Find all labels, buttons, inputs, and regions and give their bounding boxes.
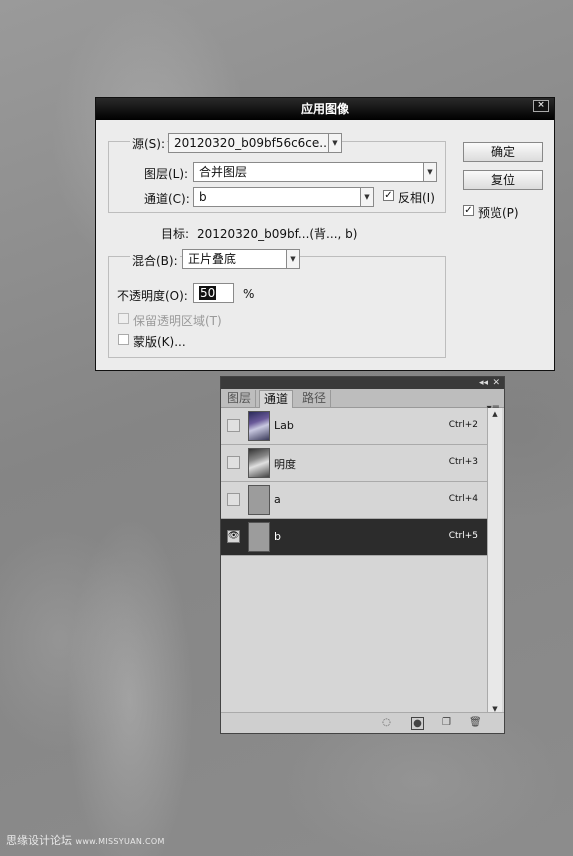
channel-name: a: [274, 493, 281, 506]
channel-dropdown[interactable]: b ▼: [193, 187, 374, 207]
channel-thumbnail: [248, 522, 270, 552]
channel-row-b[interactable]: 👁 b Ctrl+5: [221, 519, 488, 556]
dialog-titlebar: 应用图像 ×: [96, 98, 554, 120]
layer-label: 图层(L):: [144, 167, 189, 181]
opacity-label: 不透明度(O):: [117, 289, 188, 303]
channel-name: 明度: [274, 458, 296, 471]
channel-shortcut: Ctrl+3: [448, 457, 478, 467]
channels-panel: ◂◂ ✕ 图层 通道 路径 ▾≡ Lab Ctrl+2 明度 Ctrl+3 a …: [220, 376, 505, 734]
channel-shortcut: Ctrl+2: [448, 420, 478, 430]
blend-mode-dropdown[interactable]: 正片叠底 ▼: [182, 249, 300, 269]
close-icon[interactable]: ✕: [492, 377, 500, 389]
channel-name: b: [274, 530, 281, 543]
close-button[interactable]: ×: [533, 100, 549, 112]
chevron-down-icon: ▼: [423, 163, 436, 181]
chevron-down-icon: ▼: [328, 134, 341, 152]
channel-thumbnail: [248, 411, 270, 441]
watermark-url: www.MISSYUAN.COM: [75, 837, 165, 846]
visibility-toggle[interactable]: [227, 456, 240, 469]
blend-label: 混合(B):: [130, 252, 180, 269]
trash-icon[interactable]: 🗑: [469, 717, 482, 728]
watermark: 思缘设计论坛 www.MISSYUAN.COM: [6, 832, 165, 848]
channel-row-lightness[interactable]: 明度 Ctrl+3: [221, 445, 488, 482]
layer-value: 合并图层: [199, 165, 248, 179]
panel-footer: ◌ ● ❐ 🗑: [221, 712, 504, 733]
load-selection-icon[interactable]: ◌: [381, 717, 392, 728]
watermark-text: 思缘设计论坛: [6, 834, 72, 847]
panel-header: ◂◂ ✕: [221, 377, 504, 389]
apply-image-dialog: 应用图像 × 源(S): 20120320_b09bf56c6ce... ▼ 图…: [95, 97, 555, 371]
preserve-transparency-checkbox[interactable]: [118, 313, 129, 324]
visibility-toggle[interactable]: [227, 493, 240, 506]
collapse-icon[interactable]: ◂◂: [479, 377, 488, 389]
ok-button[interactable]: 确定: [463, 142, 543, 162]
invert-label: 反相(I): [398, 191, 435, 205]
eye-icon[interactable]: 👁: [227, 530, 240, 543]
preview-label: 预览(P): [478, 206, 519, 220]
dialog-title: 应用图像: [300, 102, 349, 116]
opacity-unit: %: [243, 287, 255, 301]
opacity-input[interactable]: 50: [193, 283, 234, 303]
channel-thumbnail: [248, 448, 270, 478]
invert-checkbox[interactable]: ✓: [383, 190, 394, 201]
scroll-up-icon[interactable]: ▲: [488, 408, 502, 420]
blend-value: 正片叠底: [188, 252, 237, 266]
chevron-down-icon: ▼: [360, 188, 373, 206]
new-channel-icon[interactable]: ❐: [441, 717, 452, 728]
layer-dropdown[interactable]: 合并图层 ▼: [193, 162, 437, 182]
tab-layers[interactable]: 图层: [223, 390, 257, 407]
channel-label: 通道(C):: [144, 192, 190, 206]
source-value: 20120320_b09bf56c6ce...: [174, 136, 331, 150]
channel-row-lab[interactable]: Lab Ctrl+2: [221, 408, 488, 445]
chevron-down-icon: ▼: [286, 250, 299, 268]
source-label: 源(S):: [130, 135, 168, 152]
source-dropdown[interactable]: 20120320_b09bf56c6ce... ▼: [168, 133, 342, 153]
target-label: 目标:: [161, 227, 190, 241]
channel-list: Lab Ctrl+2 明度 Ctrl+3 a Ctrl+4 👁 b Ctrl+5: [221, 408, 488, 556]
channel-value: b: [199, 190, 207, 204]
target-value: 20120320_b09bf...(背..., b): [197, 227, 358, 241]
channel-thumbnail: [248, 485, 270, 515]
preview-checkbox[interactable]: ✓: [463, 205, 474, 216]
reset-button[interactable]: 复位: [463, 170, 543, 190]
tab-paths[interactable]: 路径: [298, 390, 332, 407]
tab-channels[interactable]: 通道: [259, 390, 294, 408]
channel-shortcut: Ctrl+4: [448, 494, 478, 504]
channel-name: Lab: [274, 419, 294, 432]
channel-row-a[interactable]: a Ctrl+4: [221, 482, 488, 519]
visibility-toggle[interactable]: [227, 419, 240, 432]
save-selection-icon[interactable]: ●: [411, 717, 424, 730]
channel-shortcut: Ctrl+5: [448, 531, 478, 541]
scrollbar[interactable]: ▲ ▼: [487, 408, 502, 715]
preserve-transparency-label: 保留透明区域(T): [133, 314, 222, 328]
opacity-value: 50: [199, 286, 217, 300]
panel-tabs: 图层 通道 路径 ▾≡: [221, 389, 504, 414]
mask-checkbox[interactable]: [118, 334, 129, 345]
mask-label: 蒙版(K)...: [133, 335, 186, 349]
